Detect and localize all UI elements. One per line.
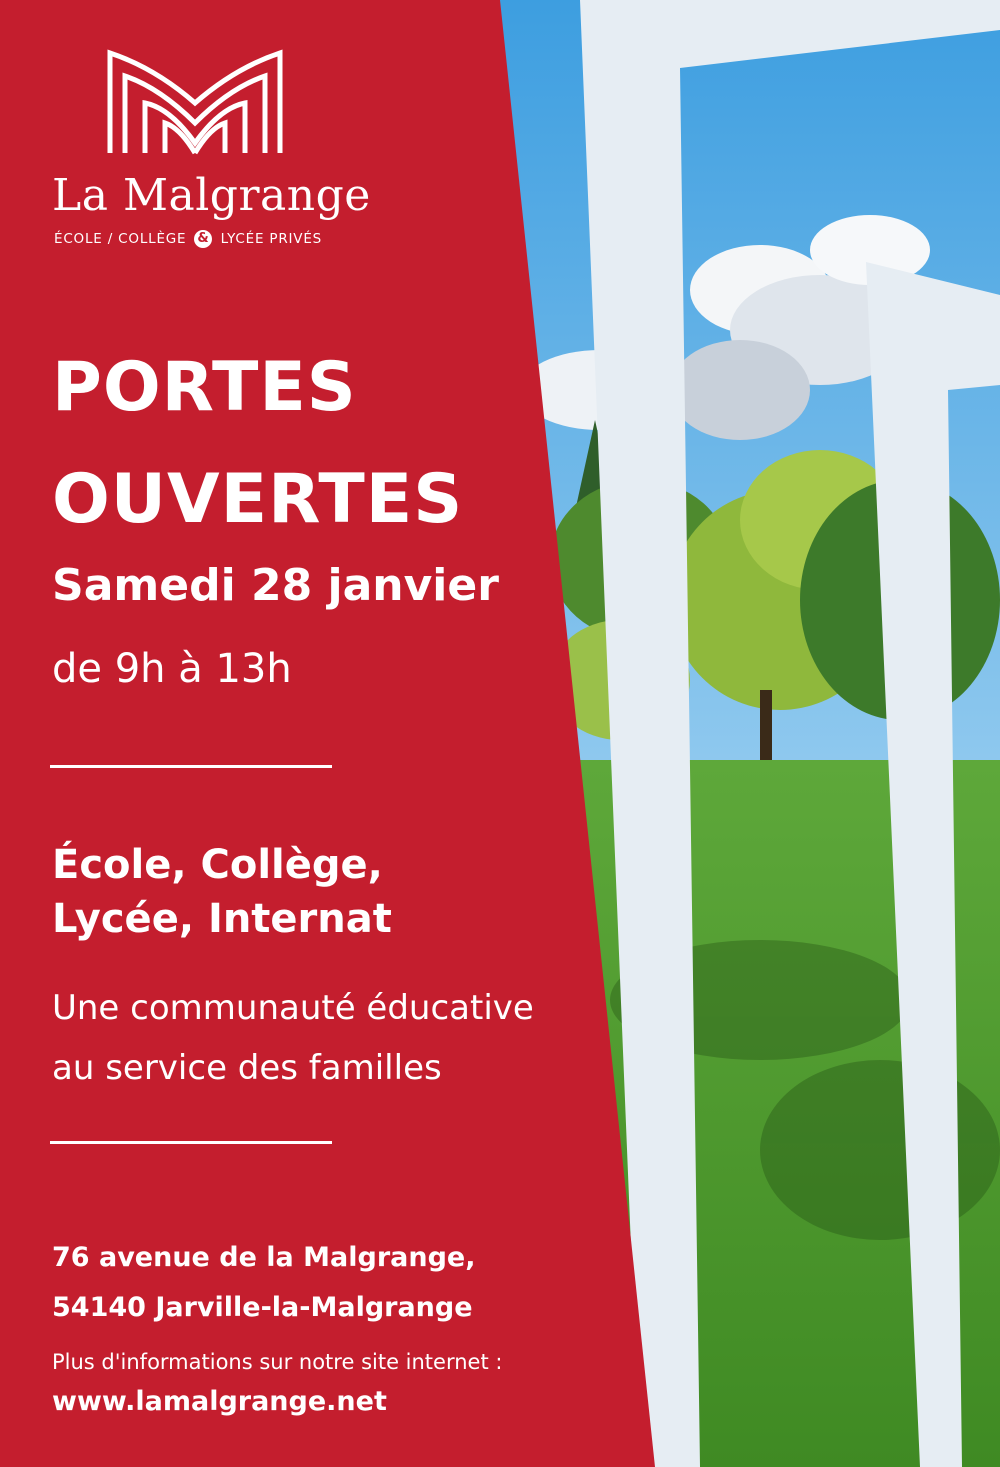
divider-top [50, 765, 332, 768]
event-title-line-2: OUVERTES [52, 460, 464, 539]
poster: La Malgrange ÉCOLE / COLLÈGE & LYCÉE PRI… [0, 0, 1000, 1467]
logo-subtitle-right: LYCÉE PRIVÉS [220, 231, 323, 247]
logo-subtitle-left: ÉCOLE / COLLÈGE [54, 231, 187, 247]
address-line-2: 54140 Jarville-la-Malgrange [52, 1292, 473, 1323]
logo-name: La Malgrange [52, 170, 371, 221]
event-hours: de 9h à 13h [52, 646, 292, 692]
info-text: Plus d'informations sur notre site inter… [52, 1350, 503, 1374]
event-title-line-1: PORTES [52, 348, 357, 427]
tagline: Une communauté éducative au service des … [52, 978, 534, 1098]
tagline-line-2: au service des familles [52, 1048, 442, 1088]
tagline-line-1: Une communauté éducative [52, 988, 534, 1028]
event-title: PORTES OUVERTES [52, 332, 463, 556]
malgrange-logo-icon [107, 49, 283, 155]
school-levels-line-2: Lycée, Internat [52, 896, 392, 942]
address-line-1: 76 avenue de la Malgrange, [52, 1242, 476, 1273]
address: 76 avenue de la Malgrange, 54140 Jarvill… [52, 1233, 476, 1333]
school-levels: École, Collège, Lycée, Internat [52, 838, 392, 946]
logo-subtitle: ÉCOLE / COLLÈGE & LYCÉE PRIVÉS [54, 230, 322, 248]
website-link[interactable]: www.lamalgrange.net [52, 1386, 387, 1417]
ampersand-badge: & [194, 230, 213, 248]
event-date: Samedi 28 janvier [52, 560, 499, 611]
divider-bottom [50, 1141, 332, 1144]
school-levels-line-1: École, Collège, [52, 842, 383, 888]
